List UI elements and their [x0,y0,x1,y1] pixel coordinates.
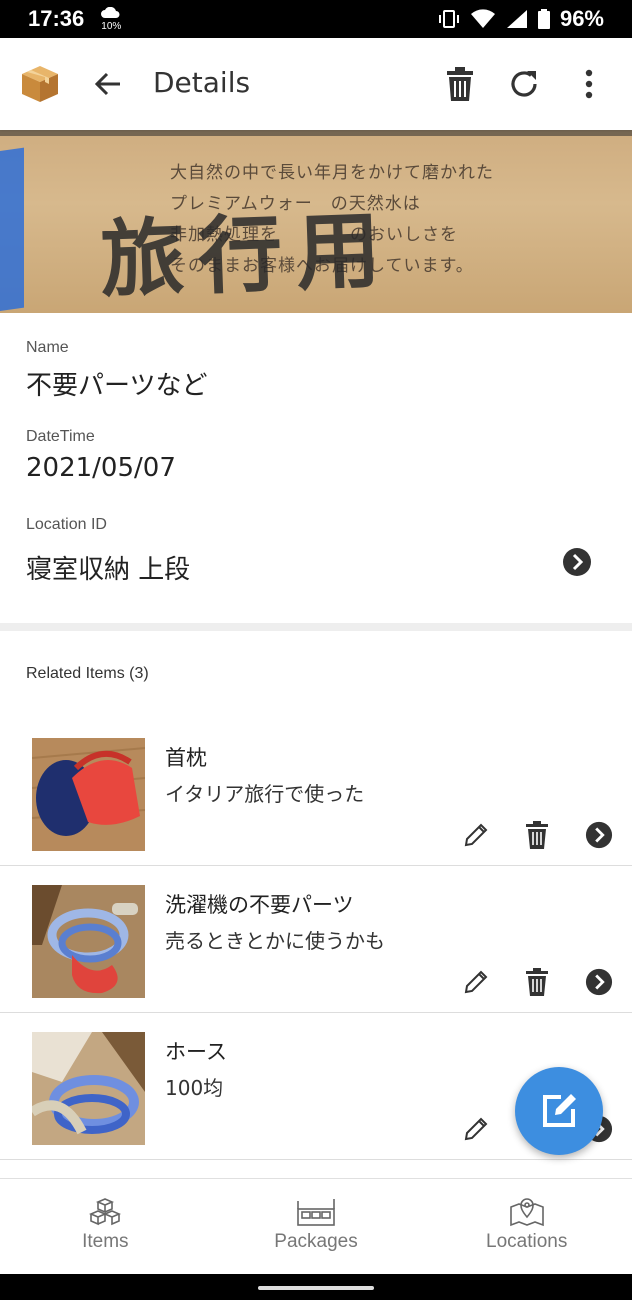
nav-label: Items [82,1231,129,1252]
page-title: Details [153,66,251,99]
status-bar: 17:36 10% 96% [0,0,632,38]
location-label: Location ID [26,516,107,533]
signal-icon [506,10,527,28]
trash-icon [447,67,473,101]
edit-item-button[interactable] [461,1114,491,1144]
refresh-icon [511,71,537,97]
vibrate-icon [438,10,459,28]
item-thumbnail [32,738,145,851]
item-subtitle: イタリア旅行で使った [165,782,365,806]
app-bar: Details [0,38,632,130]
edit-square-icon [543,1094,576,1127]
related-items-title: Related Items (3) [26,665,149,682]
section-divider [0,623,632,631]
list-item[interactable]: 洗濯機の不要パーツ 売るときとかに使うかも [0,867,632,1013]
details-section: Name 不要パーツなど DateTime 2021/05/07 Locatio… [0,313,632,623]
nav-items[interactable]: Items [0,1179,211,1274]
pencil-icon [464,823,488,847]
battery-icon [537,9,550,29]
name-label: Name [26,339,69,356]
box-logo-icon [18,62,62,106]
pencil-icon [464,970,488,994]
map-pin-icon [509,1198,544,1227]
item-title: 洗濯機の不要パーツ [165,893,354,917]
weather-percent: 10% [101,20,122,32]
name-value: 不要パーツなど [26,371,208,401]
more-options-button[interactable] [567,62,611,106]
delete-button[interactable] [438,62,482,106]
cubes-icon [89,1198,122,1226]
weather-indicator: 10% [100,6,122,32]
open-item-button[interactable] [584,967,614,997]
handwritten-text: 旅行用 [98,199,396,310]
home-gesture-pill[interactable] [258,1286,374,1290]
refresh-button[interactable] [502,62,546,106]
location-open-button[interactable] [562,547,592,577]
back-button[interactable] [86,62,130,106]
package-photo: 大自然の中で長い年月をかけて磨かれた プレミアムウォー の天然水は 非加熱処理を… [0,130,632,313]
packages-icon [297,1199,335,1226]
edit-item-button[interactable] [461,820,491,850]
nav-label: Locations [486,1231,568,1252]
edit-item-button[interactable] [461,967,491,997]
battery-percent: 96% [559,6,604,31]
trash-icon [526,821,548,849]
location-value: 寝室収納 上段 [26,555,191,585]
arrow-left-icon [94,72,120,96]
item-subtitle: 売るときとかに使うかも [165,929,385,953]
item-subtitle: 100均 [165,1076,224,1100]
item-thumbnail [32,885,145,998]
chevron-right-circle-icon [585,821,613,849]
pencil-icon [464,1117,488,1141]
delete-item-button[interactable] [522,967,552,997]
cloud-icon [101,6,120,18]
item-title: 首枕 [165,746,207,770]
item-title: ホース [165,1040,227,1064]
list-item[interactable]: 首枕 イタリア旅行で使った [0,720,632,866]
edit-fab-button[interactable] [515,1067,603,1155]
nav-locations[interactable]: Locations [421,1179,632,1274]
chevron-right-circle-icon [585,968,613,996]
datetime-label: DateTime [26,428,95,445]
chevron-right-circle-icon [563,548,591,576]
open-item-button[interactable] [584,820,614,850]
datetime-value: 2021/05/07 [26,453,176,483]
more-vert-icon [585,69,593,99]
wifi-icon [470,9,495,28]
system-navigation-bar [0,1274,632,1300]
bottom-navigation: Items Packages Locations [0,1178,632,1274]
nav-packages[interactable]: Packages [211,1179,422,1274]
delete-item-button[interactable] [522,820,552,850]
trash-icon [526,968,548,996]
nav-label: Packages [274,1231,358,1252]
status-time: 17:36 [28,6,85,31]
item-thumbnail [32,1032,145,1145]
